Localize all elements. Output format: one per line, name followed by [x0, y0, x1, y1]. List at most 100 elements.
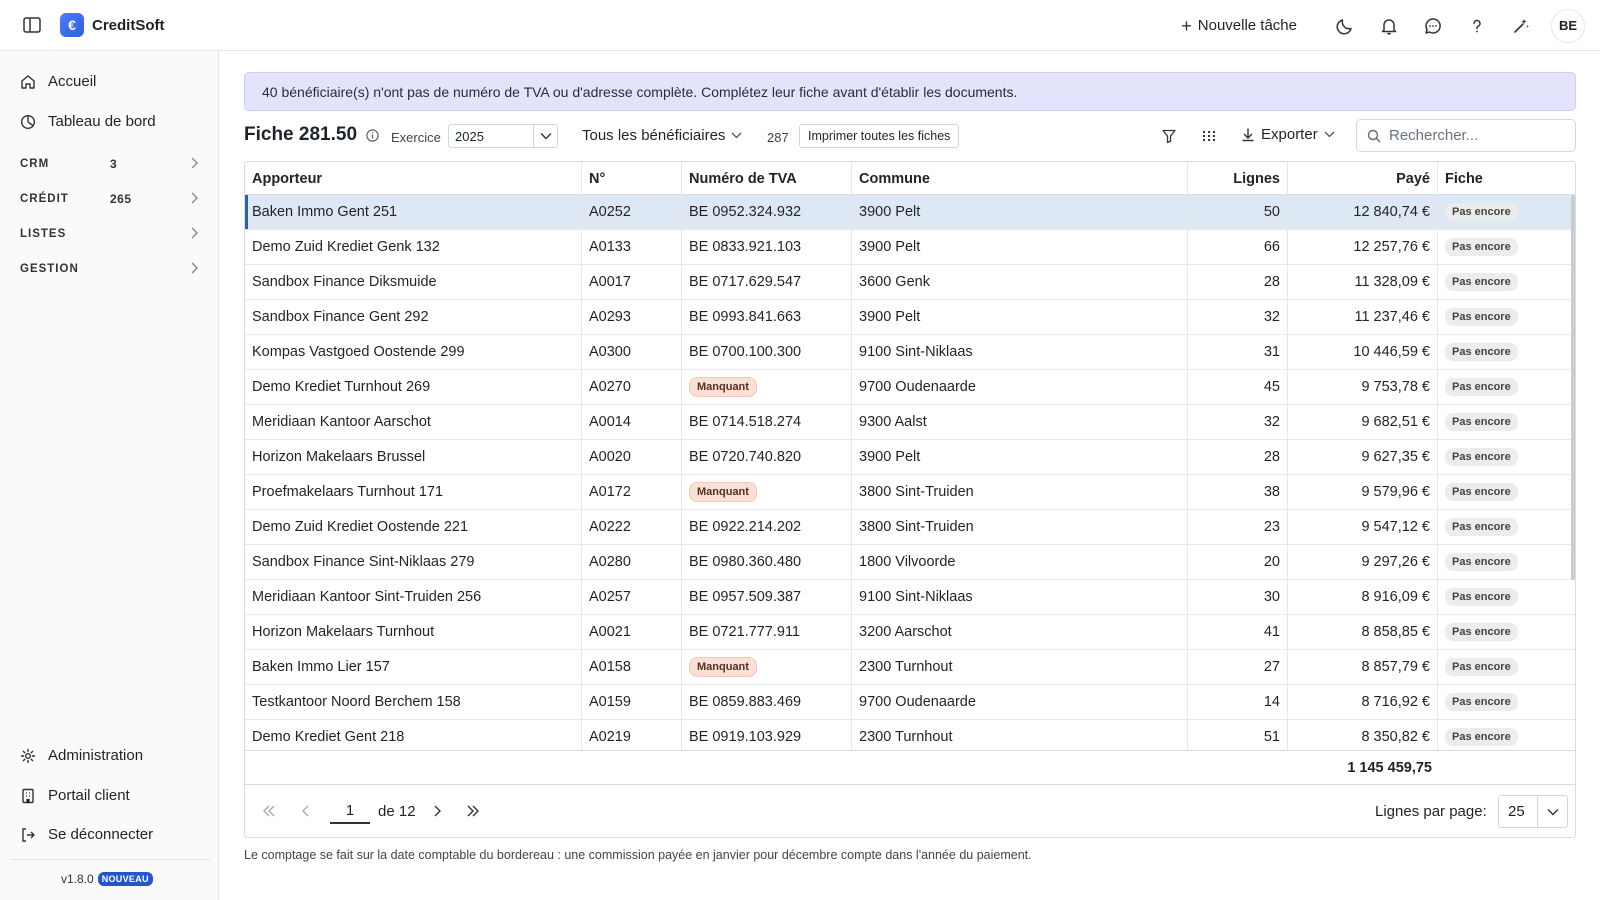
app-name[interactable]: CreditSoft — [92, 17, 165, 34]
sidebar-divider — [10, 859, 210, 860]
form-status-badge: Pas encore — [1445, 518, 1518, 536]
last-page-icon[interactable] — [462, 800, 484, 822]
previous-page-icon[interactable] — [295, 800, 317, 822]
form-status-badge: Pas encore — [1445, 588, 1518, 606]
sidebar-section-credit[interactable]: CRÉDIT 265 — [20, 192, 198, 206]
table-row[interactable]: Horizon Makelaars Brussel A0020 BE 0720.74… — [245, 440, 1575, 475]
cell-paid: 8 716,92 € — [1288, 685, 1438, 719]
table-row[interactable]: Sandbox Finance Sint-Niklaas 279 A0280 BE … — [245, 545, 1575, 580]
table-row[interactable]: Horizon Makelaars Turnhout A0021 BE 0721.7… — [245, 615, 1575, 650]
cell-number: A0159 — [582, 685, 682, 719]
column-header-vat[interactable]: Numéro de TVA — [682, 162, 852, 195]
sidebar-item-logout[interactable]: Se déconnecter — [20, 826, 153, 843]
sidebar-item-label: Tableau de bord — [48, 113, 156, 130]
sidebar-toggle-icon[interactable] — [22, 15, 42, 35]
table-row[interactable]: Demo Krediet Gent 218 A0219 BE 0919.103.92… — [245, 720, 1575, 750]
bell-icon[interactable] — [1379, 16, 1399, 36]
cell-apporteur: Proefmakelaars Turnhout 171 — [245, 475, 582, 509]
cell-apporteur: Sandbox Finance Diksmuide — [245, 265, 582, 299]
sidebar-item-label: Se déconnecter — [48, 826, 154, 843]
table-row[interactable]: Demo Krediet Turnhout 269 A0270 Manquant 97… — [245, 370, 1575, 405]
table-row[interactable]: Baken Immo Lier 157 A0158 Manquant 2300 Tur… — [245, 650, 1575, 685]
next-page-icon[interactable] — [426, 800, 448, 822]
cell-form: Pas encore — [1438, 230, 1575, 264]
section-label: CRÉDIT — [20, 193, 69, 205]
sidebar-item-home[interactable]: Accueil — [20, 73, 96, 90]
table-row[interactable]: Sandbox Finance Diksmuide A0017 BE 0717.62… — [245, 265, 1575, 300]
sidebar-section-management[interactable]: GESTION — [20, 262, 198, 275]
sidebar-section-crm[interactable]: CRM 3 — [20, 157, 198, 172]
export-button[interactable]: Exporter — [1241, 126, 1335, 143]
moon-icon[interactable] — [1335, 16, 1355, 36]
first-page-icon[interactable] — [258, 800, 280, 822]
cell-apporteur: Meridiaan Kantoor Sint-Truiden 256 — [245, 580, 582, 614]
filter-icon[interactable] — [1161, 128, 1177, 147]
sidebar-item-client-portal[interactable]: Portail client — [20, 787, 130, 804]
cell-number: A0257 — [582, 580, 682, 614]
chat-icon[interactable] — [1423, 16, 1443, 36]
column-header-commune[interactable]: Commune — [852, 162, 1188, 195]
exercise-label: Exercice — [391, 130, 441, 145]
table-scrollbar[interactable] — [1571, 195, 1575, 580]
form-status-badge: Pas encore — [1445, 448, 1518, 466]
form-status-badge: Pas encore — [1445, 238, 1518, 256]
cell-commune: 3900 Pelt — [852, 195, 1188, 229]
column-header-form[interactable]: Fiche — [1438, 162, 1575, 195]
app-logo[interactable]: € — [60, 13, 84, 37]
column-header-paid[interactable]: Payé — [1288, 162, 1438, 195]
column-header-apporteur[interactable]: Apporteur — [245, 162, 582, 195]
cell-number: A0280 — [582, 545, 682, 579]
cell-apporteur: Horizon Makelaars Turnhout — [245, 615, 582, 649]
version-info: v1.8.0 NOUVEAU — [61, 872, 153, 886]
cell-paid: 11 237,46 € — [1288, 300, 1438, 334]
chevron-right-icon — [190, 157, 198, 172]
table-row[interactable]: Proefmakelaars Turnhout 171 A0172 Manquant… — [245, 475, 1575, 510]
table-row[interactable]: Meridiaan Kantoor Aarschot A0014 BE 0714.5… — [245, 405, 1575, 440]
table-row[interactable]: Demo Zuid Krediet Oostende 221 A0222 BE 09… — [245, 510, 1575, 545]
cell-apporteur: Demo Krediet Turnhout 269 — [245, 370, 582, 404]
help-icon[interactable] — [1467, 16, 1487, 36]
cell-number: A0270 — [582, 370, 682, 404]
info-icon[interactable] — [366, 129, 379, 145]
beneficiaries-filter-dropdown[interactable]: Tous les bénéficiaires — [582, 127, 742, 144]
table-header: Apporteur N° Numéro de TVA Commune Ligne… — [245, 162, 1575, 195]
print-all-button[interactable]: Imprimer toutes les fiches — [799, 124, 960, 148]
columns-icon[interactable] — [1201, 128, 1217, 147]
cell-lines: 32 — [1188, 300, 1288, 334]
column-header-number[interactable]: N° — [582, 162, 682, 195]
table-row[interactable]: Meridiaan Kantoor Sint-Truiden 256 A0257 B… — [245, 580, 1575, 615]
form-status-badge: Pas encore — [1445, 728, 1518, 746]
avatar[interactable]: BE — [1551, 8, 1585, 43]
cell-vat: Manquant — [682, 370, 852, 404]
sidebar-section-lists[interactable]: LISTES — [20, 227, 198, 240]
cell-vat: BE 0859.883.469 — [682, 685, 852, 719]
magic-icon[interactable] — [1511, 16, 1531, 36]
cell-form: Pas encore — [1438, 440, 1575, 474]
table-row[interactable]: Testkantoor Noord Berchem 158 A0159 BE 085… — [245, 685, 1575, 720]
search-input[interactable] — [1389, 127, 1559, 144]
cell-apporteur: Horizon Makelaars Brussel — [245, 440, 582, 474]
cell-number: A0172 — [582, 475, 682, 509]
current-page-input[interactable]: 1 — [330, 798, 370, 824]
column-header-lines[interactable]: Lignes — [1188, 162, 1288, 195]
rows-per-page-select[interactable]: 25 — [1498, 795, 1568, 828]
cell-vat: BE 0919.103.929 — [682, 720, 852, 750]
cell-commune: 3800 Sint-Truiden — [852, 475, 1188, 509]
exercise-select[interactable]: 2025 — [448, 124, 558, 148]
form-status-badge: Pas encore — [1445, 658, 1518, 676]
table-row[interactable]: Kompas Vastgoed Oostende 299 A0300 BE 0700… — [245, 335, 1575, 370]
sidebar-item-dashboard[interactable]: Tableau de bord — [20, 113, 156, 130]
table-row[interactable]: Baken Immo Gent 251 A0252 BE 0952.324.932 3… — [245, 195, 1575, 230]
sidebar-item-administration[interactable]: Administration — [20, 747, 143, 764]
cell-lines: 50 — [1188, 195, 1288, 229]
cell-commune: 9100 Sint-Niklaas — [852, 580, 1188, 614]
cell-paid: 8 350,82 € — [1288, 720, 1438, 750]
cell-paid: 9 297,26 € — [1288, 545, 1438, 579]
cell-apporteur: Baken Immo Gent 251 — [245, 195, 582, 229]
cell-commune: 3900 Pelt — [852, 230, 1188, 264]
table-row[interactable]: Sandbox Finance Gent 292 A0293 BE 0993.841… — [245, 300, 1575, 335]
table-row[interactable]: Demo Zuid Krediet Genk 132 A0133 BE 0833.9… — [245, 230, 1575, 265]
new-task-button[interactable]: + Nouvelle tâche — [1181, 17, 1297, 35]
total-paid: 1 145 459,75 — [1347, 760, 1432, 776]
cell-number: A0158 — [582, 650, 682, 684]
